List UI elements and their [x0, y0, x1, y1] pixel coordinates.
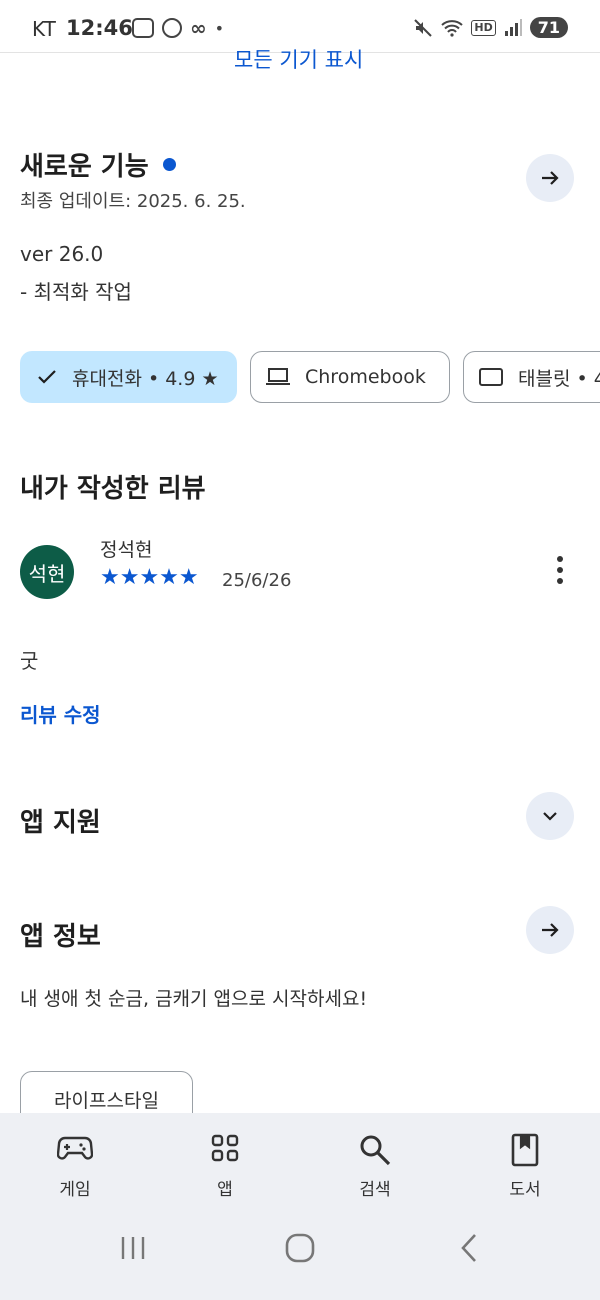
apps-grid-icon	[211, 1134, 239, 1162]
chip-tablet-label: 태블릿 • 4	[518, 367, 600, 390]
home-icon	[285, 1233, 315, 1263]
app-notification-icon	[132, 18, 154, 38]
review-more-button[interactable]	[546, 555, 574, 589]
clock: 12:46	[66, 16, 133, 40]
chip-phone[interactable]: 휴대전화 • 4.9 ★	[20, 351, 237, 403]
chip-chromebook[interactable]: Chromebook	[250, 351, 450, 403]
star-rating: ★★★★★	[100, 565, 199, 590]
data-saver-icon	[162, 18, 182, 38]
signal-icon	[504, 18, 522, 36]
new-indicator-dot	[162, 158, 176, 171]
app-description: 내 생애 첫 순금, 금캐기 앱으로 시작하세요!	[20, 988, 368, 1010]
system-icons: HD 71	[413, 17, 568, 38]
home-button[interactable]	[284, 1233, 316, 1283]
nav-games[interactable]: 게임	[25, 1133, 125, 1200]
chip-phone-label: 휴대전화 • 4.9 ★	[72, 367, 219, 390]
battery-indicator: 71	[529, 17, 568, 38]
show-all-devices-link[interactable]: 모든 기기 표시	[234, 44, 363, 74]
edit-review-link[interactable]: 리뷰 수정	[20, 699, 101, 728]
whats-new-title: 새로운 기능	[20, 152, 149, 182]
nav-search-label: 검색	[359, 1180, 391, 1200]
nav-games-label: 게임	[59, 1180, 91, 1200]
chip-chromebook-label: Chromebook	[305, 366, 426, 388]
review-author: 정석현	[100, 539, 153, 561]
bottom-navigation: 게임 앱 검색 도서	[0, 1113, 600, 1300]
book-icon	[511, 1133, 539, 1167]
app-info-arrow-button[interactable]	[526, 906, 574, 954]
whats-new-header[interactable]: 새로운 기능	[20, 146, 176, 183]
mute-icon	[414, 18, 433, 37]
nav-apps[interactable]: 앱	[175, 1133, 275, 1200]
back-button[interactable]	[456, 1233, 482, 1283]
hd-voice-icon: HD	[471, 19, 496, 36]
nav-books[interactable]: 도서	[475, 1133, 575, 1200]
carrier-label: KT	[32, 17, 56, 41]
nav-apps-label: 앱	[217, 1180, 233, 1200]
check-icon	[38, 370, 56, 384]
app-support-title: 앱 지원	[20, 808, 101, 838]
more-notifications-icon: •	[214, 18, 225, 38]
gamepad-icon	[56, 1136, 94, 1160]
search-icon	[360, 1135, 391, 1166]
chip-tablet[interactable]: 태블릿 • 4	[463, 351, 600, 403]
chevron-down-icon	[543, 812, 557, 821]
wifi-icon	[441, 19, 464, 37]
more-vert-icon	[557, 556, 563, 584]
arrow-right-icon	[542, 171, 559, 185]
my-review-title: 내가 작성한 리뷰	[20, 474, 206, 504]
whats-new-arrow-button[interactable]	[526, 154, 574, 202]
review-text: 굿	[20, 649, 39, 673]
recent-apps-icon	[121, 1237, 145, 1259]
tablet-icon	[479, 368, 503, 386]
nav-books-label: 도서	[509, 1180, 541, 1200]
avatar: 석현	[20, 545, 74, 599]
review-date: 25/6/26	[222, 570, 292, 591]
arrow-right-icon	[542, 923, 559, 937]
app-info-title: 앱 정보	[20, 922, 101, 952]
recent-apps-button[interactable]	[118, 1233, 148, 1283]
nav-search[interactable]: 검색	[325, 1133, 425, 1200]
infinity-icon: ∞	[190, 16, 207, 40]
back-icon	[461, 1234, 476, 1262]
release-note-text: - 최적화 작업	[20, 280, 132, 304]
last-updated-text: 최종 업데이트: 2025. 6. 25.	[20, 191, 246, 212]
laptop-icon	[266, 368, 290, 385]
app-support-expand-button[interactable]	[526, 792, 574, 840]
version-text: ver 26.0	[20, 242, 104, 266]
notification-icons: ∞ •	[132, 18, 224, 38]
